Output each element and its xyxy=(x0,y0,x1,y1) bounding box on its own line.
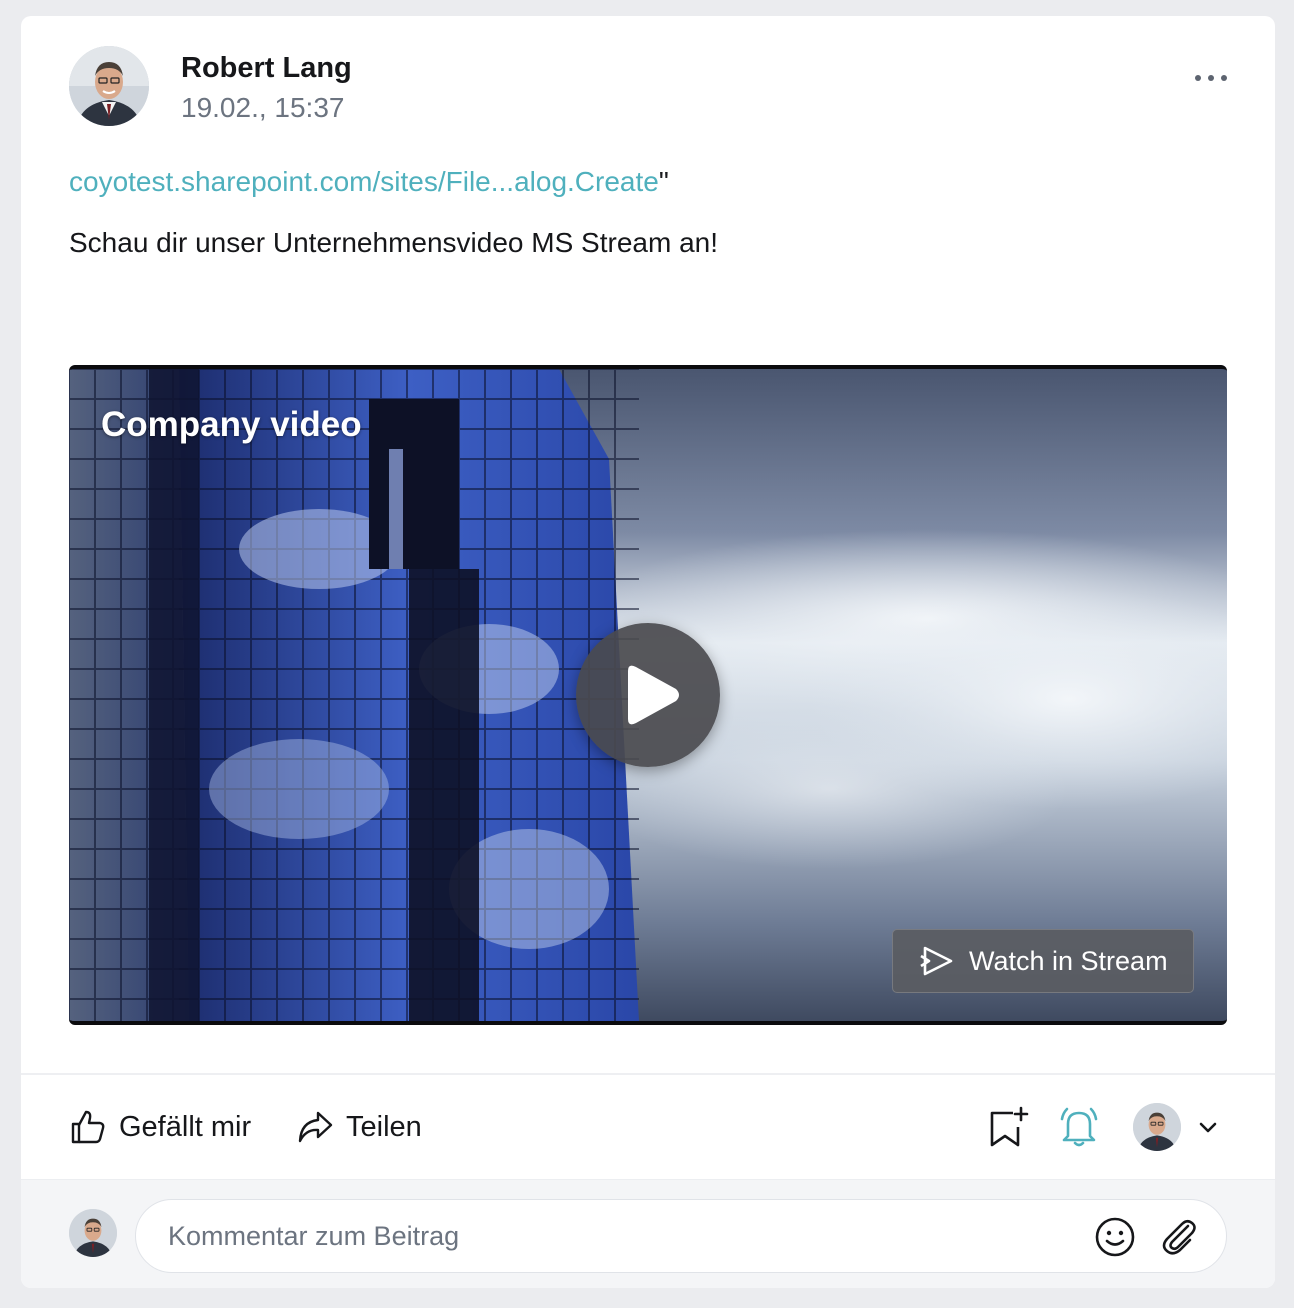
share-button[interactable]: Teilen xyxy=(296,1075,422,1179)
chevron-down-icon xyxy=(1199,1122,1217,1133)
thumbs-up-icon xyxy=(71,1110,105,1144)
post-card: Robert Lang 19.02., 15:37 coyotest.share… xyxy=(21,16,1275,1288)
more-options-button[interactable] xyxy=(1195,68,1229,88)
commenter-avatar xyxy=(69,1209,117,1257)
play-icon xyxy=(628,665,679,725)
comment-section xyxy=(21,1179,1275,1288)
comment-box xyxy=(135,1199,1227,1273)
author-avatar[interactable] xyxy=(69,46,149,126)
play-button[interactable] xyxy=(576,623,720,767)
attach-file-button[interactable] xyxy=(1158,1216,1198,1258)
selector-avatar xyxy=(1133,1103,1181,1151)
like-button[interactable]: Gefällt mir xyxy=(69,1075,251,1179)
post-body-text: Schau dir unser Unternehmensvideo MS Str… xyxy=(69,227,718,258)
more-horizontal-icon xyxy=(1195,75,1201,81)
author-name[interactable]: Robert Lang xyxy=(181,52,352,85)
comment-input[interactable] xyxy=(168,1200,1048,1272)
emoji-icon xyxy=(1095,1217,1135,1257)
bookmark-add-button[interactable] xyxy=(987,1105,1029,1149)
video-player[interactable]: Company video Watch in Stream xyxy=(69,365,1227,1025)
share-label: Teilen xyxy=(346,1110,422,1143)
post-link[interactable]: coyotest.sharepoint.com/sites/File...alo… xyxy=(69,166,659,197)
watch-in-stream-button[interactable]: Watch in Stream xyxy=(892,929,1194,993)
post-timestamp: 19.02., 15:37 xyxy=(181,92,345,123)
notification-bell-button[interactable] xyxy=(1057,1105,1101,1149)
post-actions: Gefällt mir Teilen xyxy=(21,1075,1275,1179)
stream-play-icon xyxy=(920,946,953,976)
emoji-button[interactable] xyxy=(1094,1216,1136,1258)
watch-in-stream-label: Watch in Stream xyxy=(969,945,1168,976)
link-suffix: " xyxy=(658,166,669,197)
paperclip-icon xyxy=(1162,1219,1196,1255)
video-title: Company video xyxy=(101,405,362,444)
post-link-line: coyotest.sharepoint.com/sites/File...alo… xyxy=(69,166,669,198)
like-label: Gefällt mir xyxy=(119,1110,252,1143)
bell-icon xyxy=(1060,1107,1098,1147)
share-arrow-icon xyxy=(298,1111,333,1143)
bookmark-add-icon xyxy=(990,1106,1029,1147)
post-as-user-selector[interactable] xyxy=(1133,1103,1229,1153)
